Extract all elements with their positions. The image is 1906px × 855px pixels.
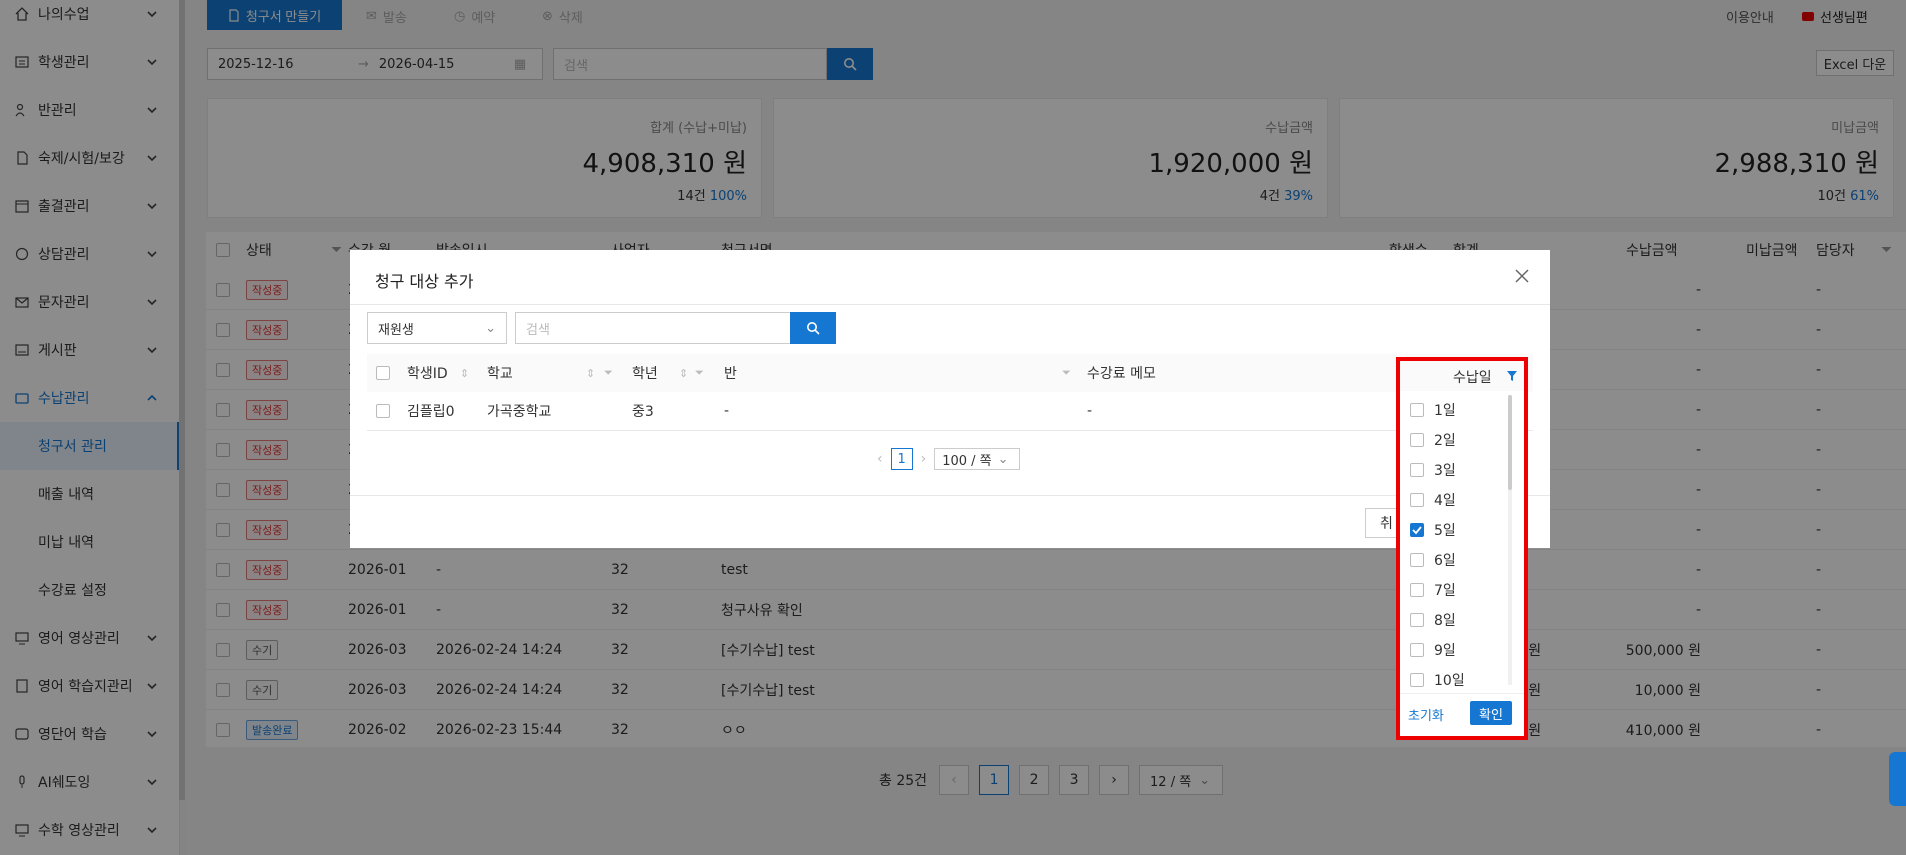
payday-option[interactable]: 3일 — [1410, 455, 1456, 485]
option-checkbox[interactable] — [1410, 643, 1424, 657]
modal-cell-memo: - — [1087, 403, 1093, 419]
option-checkbox[interactable] — [1410, 463, 1424, 477]
option-label: 7일 — [1434, 583, 1456, 599]
option-label: 1일 — [1434, 403, 1456, 419]
option-checkbox[interactable] — [1410, 493, 1424, 507]
floating-help-button[interactable] — [1889, 752, 1906, 806]
filter-icon[interactable]: ⏷ — [695, 354, 704, 392]
divider — [1400, 693, 1524, 694]
add-target-modal: 청구 대상 추가 재원생 ⌄ 검색 학생ID ⇕ 학교 ⇕ ⏷ 학년 ⇕ ⏷ 반 … — [350, 250, 1550, 548]
option-checkbox[interactable] — [1410, 433, 1424, 447]
chevron-down-icon: ⌄ — [485, 320, 496, 336]
filter-icon[interactable]: ⏷ — [1062, 354, 1071, 392]
modal-cancel-label: 취 — [1380, 516, 1393, 532]
option-label: 10일 — [1434, 673, 1465, 689]
option-label: 4일 — [1434, 493, 1456, 509]
modal-header-memo: 수강료 메모 — [1087, 354, 1156, 392]
dropdown-scrollbar[interactable] — [1508, 395, 1512, 685]
modal-row-checkbox[interactable] — [376, 392, 390, 430]
modal-cell-id: 김플립0 — [407, 404, 455, 420]
divider — [350, 304, 1550, 305]
payday-option[interactable]: 1일 — [1410, 395, 1456, 425]
modal-cell-grade: 중3 — [632, 404, 654, 420]
modal-search-button[interactable] — [790, 312, 836, 344]
divider — [367, 430, 1533, 431]
payday-option[interactable]: 10일 — [1410, 665, 1465, 695]
modal-header-grade: 학년 — [632, 354, 658, 392]
modal-header-id: 학생ID — [407, 354, 448, 392]
payday-option[interactable]: 2일 — [1410, 425, 1456, 455]
option-label: 5일 — [1434, 523, 1456, 539]
status-filter-select[interactable]: 재원생 ⌄ — [367, 312, 507, 344]
option-checkbox[interactable] — [1410, 553, 1424, 567]
confirm-button[interactable]: 확인 — [1470, 701, 1512, 725]
divider — [350, 495, 1550, 496]
page-button[interactable]: 1 — [890, 448, 913, 470]
reset-button[interactable]: 초기화 — [1408, 705, 1444, 724]
payday-header: 수납일 — [1396, 357, 1528, 395]
option-checkbox[interactable] — [1410, 673, 1424, 687]
modal-pagination: ‹ 1 › 100 / 쪽 ⌄ — [877, 448, 1021, 470]
option-label: 9일 — [1434, 643, 1456, 659]
prev-page-button[interactable]: ‹ — [877, 451, 883, 467]
filter-icon[interactable] — [1506, 370, 1518, 382]
status-filter-value: 재원생 — [378, 322, 414, 338]
option-checkbox[interactable] — [1410, 523, 1424, 537]
modal-select-all-checkbox[interactable] — [376, 354, 390, 392]
modal-title: 청구 대상 추가 — [375, 272, 474, 291]
modal-cell-school: 가곡중학교 — [487, 404, 552, 420]
option-checkbox[interactable] — [1410, 583, 1424, 597]
option-label: 3일 — [1434, 463, 1456, 479]
modal-search-input[interactable]: 검색 — [515, 312, 790, 344]
payday-option[interactable]: 5일 — [1410, 515, 1456, 545]
payday-header-label: 수납일 — [1453, 370, 1492, 386]
close-icon[interactable] — [1514, 268, 1530, 284]
option-checkbox[interactable] — [1410, 613, 1424, 627]
payday-option[interactable]: 9일 — [1410, 635, 1456, 665]
sort-icon[interactable]: ⇕ — [586, 354, 596, 392]
modal-page-size-value: 100 / 쪽 — [942, 453, 992, 469]
modal-header-class: 반 — [724, 354, 737, 392]
sort-icon[interactable]: ⇕ — [460, 354, 470, 392]
payday-filter-dropdown: 1일 2일 3일 4일 5일 6일 7일 8일 9일 10일 초기화 확인 — [1396, 391, 1528, 740]
search-icon — [807, 322, 820, 335]
payday-option[interactable]: 4일 — [1410, 485, 1456, 515]
modal-cell-class: - — [724, 403, 730, 419]
sort-icon[interactable]: ⇕ — [679, 354, 689, 392]
modal-header-school: 학교 — [487, 354, 513, 392]
option-checkbox[interactable] — [1410, 403, 1424, 417]
option-label: 8일 — [1434, 613, 1456, 629]
next-page-button[interactable]: › — [921, 451, 927, 467]
option-label: 6일 — [1434, 553, 1456, 569]
modal-page-size-select[interactable]: 100 / 쪽 ⌄ — [934, 448, 1021, 470]
payday-option[interactable]: 8일 — [1410, 605, 1456, 635]
payday-option[interactable]: 7일 — [1410, 575, 1456, 605]
chevron-down-icon: ⌄ — [997, 451, 1009, 467]
filter-icon[interactable]: ⏷ — [604, 354, 613, 392]
payday-option[interactable]: 6일 — [1410, 545, 1456, 575]
modal-table-header-bg — [367, 354, 1533, 392]
option-label: 2일 — [1434, 433, 1456, 449]
